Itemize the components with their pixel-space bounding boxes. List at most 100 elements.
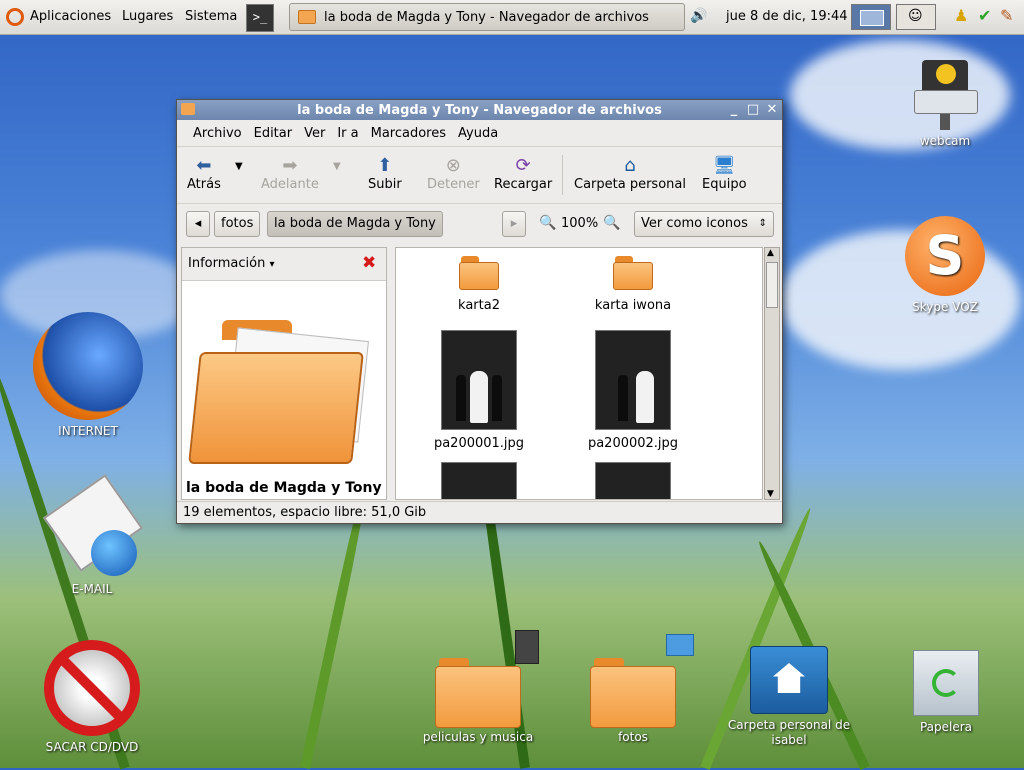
folder-icon bbox=[181, 103, 195, 115]
menu-ayuda[interactable]: Ayuda bbox=[452, 126, 504, 141]
window-title: la boda de Magda y Tony - Navegador de a… bbox=[297, 102, 662, 118]
folder-icon bbox=[435, 630, 539, 728]
scrollbar-thumb[interactable] bbox=[766, 262, 778, 308]
file-item-photo[interactable] bbox=[414, 462, 544, 499]
maximize-button[interactable]: □ bbox=[745, 102, 761, 118]
back-label: Atrás bbox=[187, 177, 221, 192]
ubuntu-logo-icon[interactable] bbox=[6, 8, 24, 26]
desktop-icon-label: peliculas y musica bbox=[422, 730, 534, 744]
path-scroll-left-button[interactable]: ◂ bbox=[186, 211, 210, 237]
reload-button[interactable]: ⟳ Recargar bbox=[494, 155, 552, 192]
file-item-karta-iwona[interactable]: karta iwona bbox=[568, 256, 698, 313]
status-bar: 19 elementos, espacio libre: 51,0 Gib bbox=[177, 501, 782, 523]
menu-editar[interactable]: Editar bbox=[248, 126, 299, 141]
computer-button[interactable]: 🖥 Equipo bbox=[702, 155, 747, 192]
envelope-icon bbox=[42, 474, 144, 578]
photo-thumbnail bbox=[441, 330, 517, 430]
desktop-icon-photos[interactable]: fotos bbox=[578, 630, 694, 744]
workspace-1[interactable] bbox=[851, 4, 891, 30]
zoom-in-icon[interactable]: 🔍 bbox=[603, 215, 620, 231]
folder-icon bbox=[613, 256, 653, 290]
view-mode-select[interactable]: Ver como iconos ⇕ bbox=[634, 211, 774, 237]
forward-label: Adelante bbox=[261, 177, 319, 192]
desktop-icon-email[interactable]: E-MAIL bbox=[42, 474, 144, 596]
file-item-photo[interactable] bbox=[568, 462, 698, 499]
side-pane-header: Información ▾ ✖ bbox=[182, 248, 386, 281]
crumb-current-folder[interactable]: la boda de Magda y Tony bbox=[267, 211, 443, 237]
folder-icon bbox=[459, 256, 499, 290]
desktop-icon-internet[interactable]: INTERNET bbox=[28, 312, 148, 438]
close-button[interactable]: ✕ bbox=[764, 102, 780, 118]
folder-icon bbox=[298, 10, 316, 24]
vertical-scrollbar[interactable]: ▲ ▼ bbox=[764, 247, 780, 500]
smiley-icon: ☺ bbox=[908, 8, 923, 24]
back-arrow-icon: ⬅ bbox=[196, 155, 212, 176]
desktop-icon-trash[interactable]: Papelera bbox=[904, 650, 988, 734]
webcam-icon bbox=[910, 58, 980, 130]
side-pane-selector-label: Información bbox=[188, 256, 266, 271]
workspace-2[interactable]: ☺ bbox=[896, 4, 936, 30]
desktop-icon-eject[interactable]: SACAR CD/DVD bbox=[32, 640, 152, 754]
back-history-dropdown[interactable]: ▼ bbox=[235, 161, 243, 172]
minimize-button[interactable]: _ bbox=[726, 102, 742, 118]
back-button[interactable]: ⬅ Atrás bbox=[187, 155, 221, 192]
no-cd-icon bbox=[44, 640, 140, 736]
side-pane: Información ▾ ✖ la boda de Magda y Tony bbox=[181, 247, 387, 500]
scroll-down-icon[interactable]: ▼ bbox=[767, 489, 774, 499]
location-bar: ◂ fotos la boda de Magda y Tony ▸ 🔍 100%… bbox=[177, 204, 782, 242]
menu-archivo[interactable]: Archivo bbox=[187, 126, 248, 141]
zoom-level[interactable]: 100% bbox=[561, 216, 598, 231]
icon-view[interactable]: karta2 karta iwona pa200001.jpg pa200002… bbox=[395, 247, 763, 500]
photo-thumbnail bbox=[595, 330, 671, 430]
scroll-up-icon[interactable]: ▲ bbox=[767, 248, 774, 258]
photo-thumbnail bbox=[441, 462, 517, 499]
terminal-launcher-icon[interactable]: >_ bbox=[246, 4, 274, 32]
forward-history-dropdown[interactable]: ▼ bbox=[333, 161, 341, 172]
user-icon[interactable]: ♟ bbox=[954, 6, 968, 25]
file-item-label: karta2 bbox=[458, 298, 500, 313]
menu-ir-a[interactable]: Ir a bbox=[331, 126, 364, 141]
volume-icon[interactable]: 🔊 bbox=[690, 8, 707, 24]
desktop-icon-label: webcam bbox=[919, 134, 971, 148]
menu-ver[interactable]: Ver bbox=[298, 126, 331, 141]
clock[interactable]: jue 8 de dic, 19:44 bbox=[726, 9, 848, 24]
up-arrow-icon: ⬆ bbox=[377, 155, 393, 176]
forward-button[interactable]: ➡ Adelante bbox=[261, 155, 319, 192]
home-label: Carpeta personal bbox=[574, 177, 686, 192]
home-folder-icon bbox=[750, 646, 828, 714]
toolbar: ⬅ Atrás ▼ ➡ Adelante ▼ ⬆ Subir ⊗ Detener… bbox=[177, 146, 782, 204]
computer-label: Equipo bbox=[702, 177, 747, 192]
desktop-icon-label: E-MAIL bbox=[71, 582, 113, 596]
update-check-icon[interactable]: ✔ bbox=[978, 6, 991, 25]
desktop-icon-webcam[interactable]: webcam bbox=[900, 58, 990, 148]
menu-marcadores[interactable]: Marcadores bbox=[365, 126, 452, 141]
top-panel: Aplicaciones Lugares Sistema >_ la boda … bbox=[0, 0, 1024, 35]
desktop-icon-label: Papelera bbox=[919, 720, 973, 734]
side-pane-folder-name: la boda de Magda y Tony bbox=[186, 480, 382, 496]
toolbar-separator bbox=[562, 155, 563, 195]
crumb-fotos[interactable]: fotos bbox=[214, 211, 261, 237]
file-item-pa200001[interactable]: pa200001.jpg bbox=[414, 330, 544, 451]
close-pane-icon[interactable]: ✖ bbox=[362, 253, 376, 273]
path-scroll-right-button[interactable]: ▸ bbox=[502, 211, 526, 237]
menu-system[interactable]: Sistema bbox=[185, 9, 237, 24]
view-mode-value: Ver como iconos bbox=[641, 216, 748, 231]
taskbar-window-button[interactable]: la boda de Magda y Tony - Navegador de a… bbox=[289, 3, 685, 31]
file-item-label: pa200001.jpg bbox=[433, 436, 525, 451]
gimp-icon[interactable]: ✎ bbox=[1000, 6, 1013, 25]
desktop-icon-skype[interactable]: S Skype VOZ bbox=[895, 216, 995, 314]
home-folder-icon: ⌂ bbox=[624, 155, 636, 176]
side-pane-selector[interactable]: Información ▾ bbox=[188, 256, 274, 271]
menu-applications[interactable]: Aplicaciones bbox=[30, 9, 111, 24]
desktop-icon-home[interactable]: Carpeta personal de isabel bbox=[718, 646, 860, 748]
desktop-icon-movies[interactable]: peliculas y musica bbox=[418, 630, 539, 744]
home-button[interactable]: ⌂ Carpeta personal bbox=[574, 155, 686, 192]
zoom-out-icon[interactable]: 🔍 bbox=[539, 215, 556, 231]
file-item-pa200002[interactable]: pa200002.jpg bbox=[568, 330, 698, 451]
file-item-karta2[interactable]: karta2 bbox=[414, 256, 544, 313]
window-titlebar[interactable]: la boda de Magda y Tony - Navegador de a… bbox=[177, 100, 782, 120]
up-label: Subir bbox=[368, 177, 402, 192]
up-button[interactable]: ⬆ Subir bbox=[368, 155, 402, 192]
stop-button[interactable]: ⊗ Detener bbox=[427, 155, 480, 192]
menu-places[interactable]: Lugares bbox=[122, 9, 173, 24]
